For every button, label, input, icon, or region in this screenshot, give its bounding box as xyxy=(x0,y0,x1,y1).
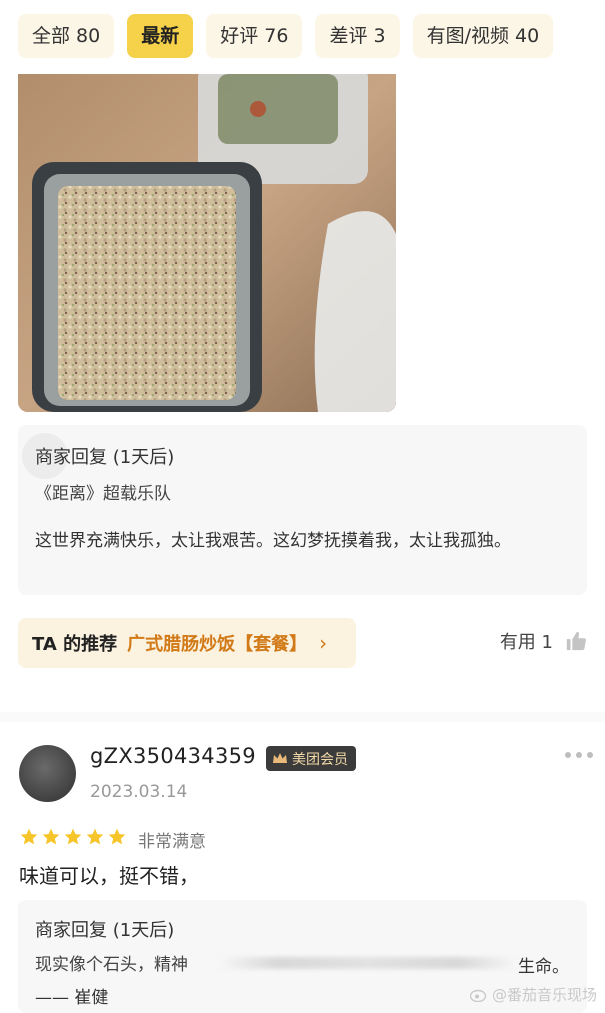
useful-button[interactable]: 有用 1 xyxy=(500,628,587,654)
star-icon xyxy=(108,828,126,845)
more-options-icon[interactable] xyxy=(565,752,593,758)
recommended-dish-link[interactable]: TA 的推荐 广式腊肠炒饭【套餐】 › xyxy=(18,618,356,668)
watermark-text: @番茄音乐现场 xyxy=(491,986,597,1004)
review-filter-bar: 全部 80 最新 好评 76 差评 3 有图/视频 40 xyxy=(18,14,554,58)
avatar[interactable] xyxy=(19,745,76,802)
review-photo[interactable] xyxy=(18,74,396,412)
star-icon xyxy=(64,828,82,845)
rating-text: 非常满意 xyxy=(138,832,206,852)
reply-title: 商家回复 (1天后) xyxy=(35,920,175,941)
watermark: @番茄音乐现场 xyxy=(469,984,597,1005)
reply-song: 《距离》超载乐队 xyxy=(35,484,171,504)
recommend-dish-name: 广式腊肠炒饭【套餐】 xyxy=(127,634,308,655)
section-divider xyxy=(0,712,605,722)
star-icon xyxy=(86,828,104,845)
merchant-reply: 商家回复 (1天后) 《距离》超载乐队 这世界充满快乐，太让我艰苦。这幻梦抚摸着… xyxy=(18,425,587,595)
filter-negative[interactable]: 差评 3 xyxy=(315,14,400,58)
weibo-icon xyxy=(469,989,487,1002)
reply-body: 这世界充满快乐，太让我艰苦。这幻梦抚摸着我，太让我孤独。 xyxy=(35,531,511,551)
reply-title: 商家回复 (1天后) xyxy=(35,447,175,468)
review-text: 味道可以，挺不错， xyxy=(19,864,199,888)
member-badge: 美团会员 xyxy=(266,746,356,771)
filter-all[interactable]: 全部 80 xyxy=(18,14,115,58)
filter-with-media[interactable]: 有图/视频 40 xyxy=(412,14,554,58)
star-rating xyxy=(19,827,127,847)
redacted-text xyxy=(218,957,518,969)
chevron-right-icon: › xyxy=(319,631,328,655)
thumbs-up-icon xyxy=(566,631,586,651)
filter-latest[interactable]: 最新 xyxy=(127,14,194,58)
filter-positive[interactable]: 好评 76 xyxy=(206,14,303,58)
username[interactable]: gZX350434359 xyxy=(90,744,256,768)
star-icon xyxy=(20,828,38,845)
member-badge-label: 美团会员 xyxy=(292,751,348,768)
star-icon xyxy=(42,828,60,845)
useful-count: 有用 1 xyxy=(499,632,553,653)
review-date: 2023.03.14 xyxy=(90,782,188,802)
recommend-label: TA 的推荐 xyxy=(32,634,118,655)
reply-line-end: 生命。 xyxy=(518,957,569,977)
crown-icon xyxy=(273,753,287,763)
